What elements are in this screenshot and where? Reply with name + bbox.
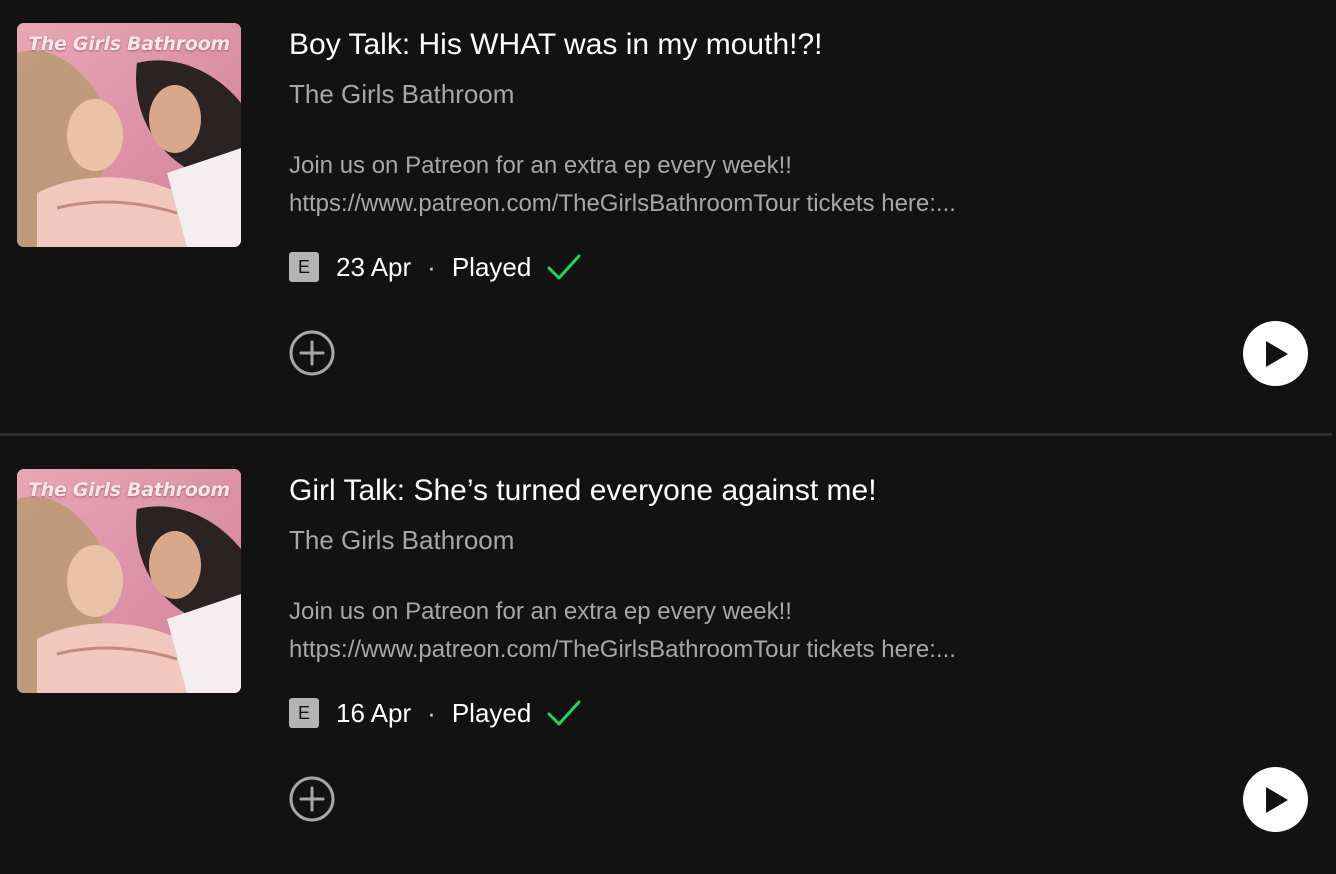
description-line: Join us on Patreon for an extra ep every… [289, 152, 792, 179]
release-date: 23 Apr [336, 251, 412, 282]
played-status: Played [451, 697, 532, 728]
explicit-badge: E [289, 698, 319, 728]
episode-title[interactable]: Girl Talk: She’s turned everyone against… [289, 472, 877, 510]
meta-separator: · [427, 251, 436, 282]
played-status: Played [451, 251, 532, 282]
cover-illustration [17, 469, 241, 693]
episode-cover-art[interactable]: The Girls Bathroom [17, 469, 241, 693]
check-icon [547, 699, 581, 727]
play-button[interactable] [1243, 321, 1308, 386]
check-icon [547, 253, 581, 281]
episode-list: The Girls Bathroom Boy Talk: His WHAT wa… [0, 0, 1336, 874]
show-name[interactable]: The Girls Bathroom [289, 523, 514, 557]
episode-row[interactable]: The Girls Bathroom Boy Talk: His WHAT wa… [0, 0, 1336, 433]
add-circle-icon [289, 776, 335, 822]
release-date: 16 Apr [336, 697, 412, 728]
episode-meta: E 23 Apr · Played [289, 250, 581, 284]
description-line: https://www.patreon.com/TheGirlsBathroom… [289, 190, 956, 217]
meta-separator: · [427, 697, 436, 728]
add-circle-icon [289, 330, 335, 376]
row-divider [0, 433, 1332, 436]
episode-row[interactable]: The Girls Bathroom Girl Talk: She’s turn… [0, 446, 1336, 874]
play-icon [1265, 340, 1288, 367]
cover-illustration [17, 23, 241, 247]
episode-description: Join us on Patreon for an extra ep every… [289, 147, 1129, 223]
description-line: https://www.patreon.com/TheGirlsBathroom… [289, 636, 956, 663]
episode-cover-art[interactable]: The Girls Bathroom [17, 23, 241, 247]
episode-meta: E 16 Apr · Played [289, 696, 581, 730]
add-to-library-button[interactable] [289, 776, 335, 822]
add-to-library-button[interactable] [289, 330, 335, 376]
episode-description: Join us on Patreon for an extra ep every… [289, 593, 1129, 669]
play-icon [1265, 786, 1288, 813]
cover-title-text: The Girls Bathroom [28, 33, 230, 55]
description-line: Join us on Patreon for an extra ep every… [289, 598, 792, 625]
show-name[interactable]: The Girls Bathroom [289, 77, 514, 111]
explicit-badge: E [289, 252, 319, 282]
cover-title-text: The Girls Bathroom [28, 479, 230, 501]
play-button[interactable] [1243, 767, 1308, 832]
episode-title[interactable]: Boy Talk: His WHAT was in my mouth!?! [289, 26, 822, 64]
